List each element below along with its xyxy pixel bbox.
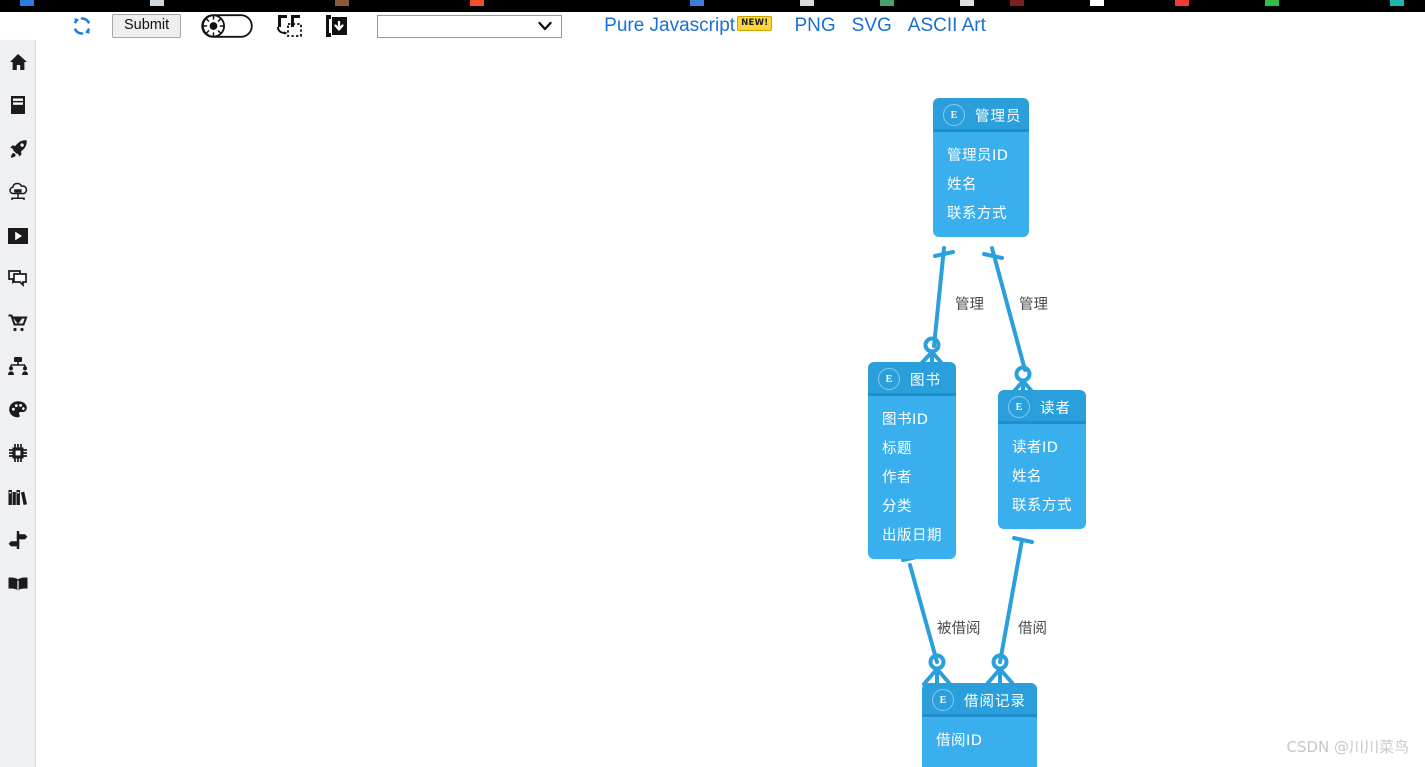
entity-admin-header: E 管理员 xyxy=(933,98,1029,132)
browser-tab-favicon xyxy=(20,0,34,6)
sidebar-item-cart[interactable] xyxy=(0,301,36,345)
entity-book-attr-2: 作者 xyxy=(882,470,912,486)
browser-tab-favicon xyxy=(1175,0,1189,6)
entity-reader-title: 读者 xyxy=(1040,400,1071,417)
entity-reader-attr-1: 姓名 xyxy=(1012,469,1042,485)
entity-borrow-record-header: E 借阅记录 xyxy=(922,683,1037,717)
entity-reader-attr-2: 联系方式 xyxy=(1012,498,1072,514)
browser-tab-favicon xyxy=(470,0,484,6)
entity-reader-header: E 读者 xyxy=(998,390,1086,424)
entity-reader-body: 读者ID 姓名 联系方式 xyxy=(998,424,1086,529)
speech-bubble-icon xyxy=(7,269,29,289)
sidebar-item-chip[interactable] xyxy=(0,432,36,476)
entity-reader-attr-0: 读者ID xyxy=(1012,440,1059,456)
diagram-canvas[interactable]: E 管理员 管理员ID 姓名 联系方式 E 图书 图书ID 标题 作者 分类 出… xyxy=(37,40,1425,767)
browser-tab-favicon xyxy=(690,0,704,6)
link-ascii-art[interactable]: ASCII Art xyxy=(908,15,986,37)
entity-book-attr-3: 分类 xyxy=(882,499,912,515)
brightness-toggle-icon[interactable] xyxy=(201,13,253,39)
rel-admin-reader-label: 管理 xyxy=(1019,297,1048,313)
browser-tab-favicon xyxy=(800,0,814,6)
sidebar-item-book[interactable] xyxy=(0,562,36,606)
sidebar-item-chat[interactable] xyxy=(0,258,36,302)
entity-badge-icon: E xyxy=(878,368,900,390)
sidebar-item-library[interactable] xyxy=(0,475,36,519)
new-badge: NEW! xyxy=(737,16,773,31)
shopping-cart-icon xyxy=(7,313,29,333)
entity-borrow-record[interactable]: E 借阅记录 借阅ID xyxy=(922,683,1037,767)
browser-tab-favicon xyxy=(150,0,164,6)
signpost-icon xyxy=(7,530,29,550)
sidebar-item-video[interactable] xyxy=(0,214,36,258)
home-icon xyxy=(8,52,28,72)
link-pure-javascript[interactable]: Pure Javascript NEW! xyxy=(604,15,773,37)
entity-book-title: 图书 xyxy=(910,372,941,389)
link-pure-javascript-label: Pure Javascript xyxy=(604,15,736,36)
rel-book-borrow-label: 被借阅 xyxy=(937,621,981,637)
browser-tab-favicon xyxy=(335,0,349,6)
entity-book-attr-0: 图书ID xyxy=(882,412,929,428)
browser-tab-strip xyxy=(0,0,1425,12)
sidebar-item-rocket[interactable] xyxy=(0,127,36,171)
entity-admin[interactable]: E 管理员 管理员ID 姓名 联系方式 xyxy=(933,98,1029,237)
open-book-icon xyxy=(7,575,29,593)
export-download-icon[interactable] xyxy=(323,13,349,39)
sidebar-item-palette[interactable] xyxy=(0,388,36,432)
entity-borrow-record-attr-0: 借阅ID xyxy=(936,733,983,749)
entity-borrow-record-title: 借阅记录 xyxy=(964,693,1026,710)
cloud-network-icon xyxy=(7,182,29,202)
entity-badge-icon: E xyxy=(1008,396,1030,418)
rocket-icon xyxy=(8,139,28,159)
entity-admin-attr-0: 管理员ID xyxy=(947,148,1009,164)
entity-admin-title: 管理员 xyxy=(975,108,1022,125)
app-toolbar: Submit Pure Javascript NEW! PNG SVG ASCI… xyxy=(0,12,1425,40)
entity-admin-body: 管理员ID 姓名 联系方式 xyxy=(933,132,1029,237)
entity-admin-attr-1: 姓名 xyxy=(947,177,977,193)
entity-borrow-record-body: 借阅ID xyxy=(922,717,1037,767)
entity-badge-icon: E xyxy=(943,104,965,126)
entity-admin-attr-2: 联系方式 xyxy=(947,206,1007,222)
play-icon xyxy=(7,227,29,245)
left-sidebar xyxy=(0,40,36,767)
entity-book-attr-4: 出版日期 xyxy=(882,528,942,544)
browser-tab-favicon xyxy=(1010,0,1024,6)
entity-badge-icon: E xyxy=(932,689,954,711)
link-svg[interactable]: SVG xyxy=(852,15,892,37)
browser-tab-favicon xyxy=(960,0,974,6)
er-connectors xyxy=(901,246,1038,687)
sidebar-item-server[interactable] xyxy=(0,84,36,128)
snapshot-region-icon[interactable] xyxy=(275,13,303,39)
entity-book-header: E 图书 xyxy=(868,362,956,396)
books-shelf-icon xyxy=(7,487,29,507)
sidebar-item-cloud-network[interactable] xyxy=(0,171,36,215)
sidebar-item-home[interactable] xyxy=(0,40,36,84)
browser-tab-favicon xyxy=(1090,0,1104,6)
link-png[interactable]: PNG xyxy=(794,15,835,37)
rel-admin-book-label: 管理 xyxy=(955,297,984,313)
cpu-chip-icon xyxy=(7,442,29,464)
entity-reader[interactable]: E 读者 读者ID 姓名 联系方式 xyxy=(998,390,1086,529)
palette-icon xyxy=(8,400,28,420)
format-select[interactable] xyxy=(377,14,563,38)
browser-tab-favicon xyxy=(1390,0,1404,6)
entity-book[interactable]: E 图书 图书ID 标题 作者 分类 出版日期 xyxy=(868,362,956,559)
sidebar-item-people[interactable] xyxy=(0,345,36,389)
browser-tab-favicon xyxy=(880,0,894,6)
submit-button[interactable]: Submit xyxy=(112,13,182,39)
entity-book-body: 图书ID 标题 作者 分类 出版日期 xyxy=(868,396,956,559)
entity-book-attr-1: 标题 xyxy=(882,441,912,457)
watermark: CSDN @川川菜鸟 xyxy=(1286,738,1409,756)
server-icon xyxy=(9,95,27,115)
people-network-icon xyxy=(7,356,29,376)
sidebar-item-signpost[interactable] xyxy=(0,519,36,563)
rel-reader-borrow-label: 借阅 xyxy=(1018,621,1047,637)
refresh-icon[interactable] xyxy=(70,13,94,39)
browser-tab-favicon xyxy=(1265,0,1279,6)
